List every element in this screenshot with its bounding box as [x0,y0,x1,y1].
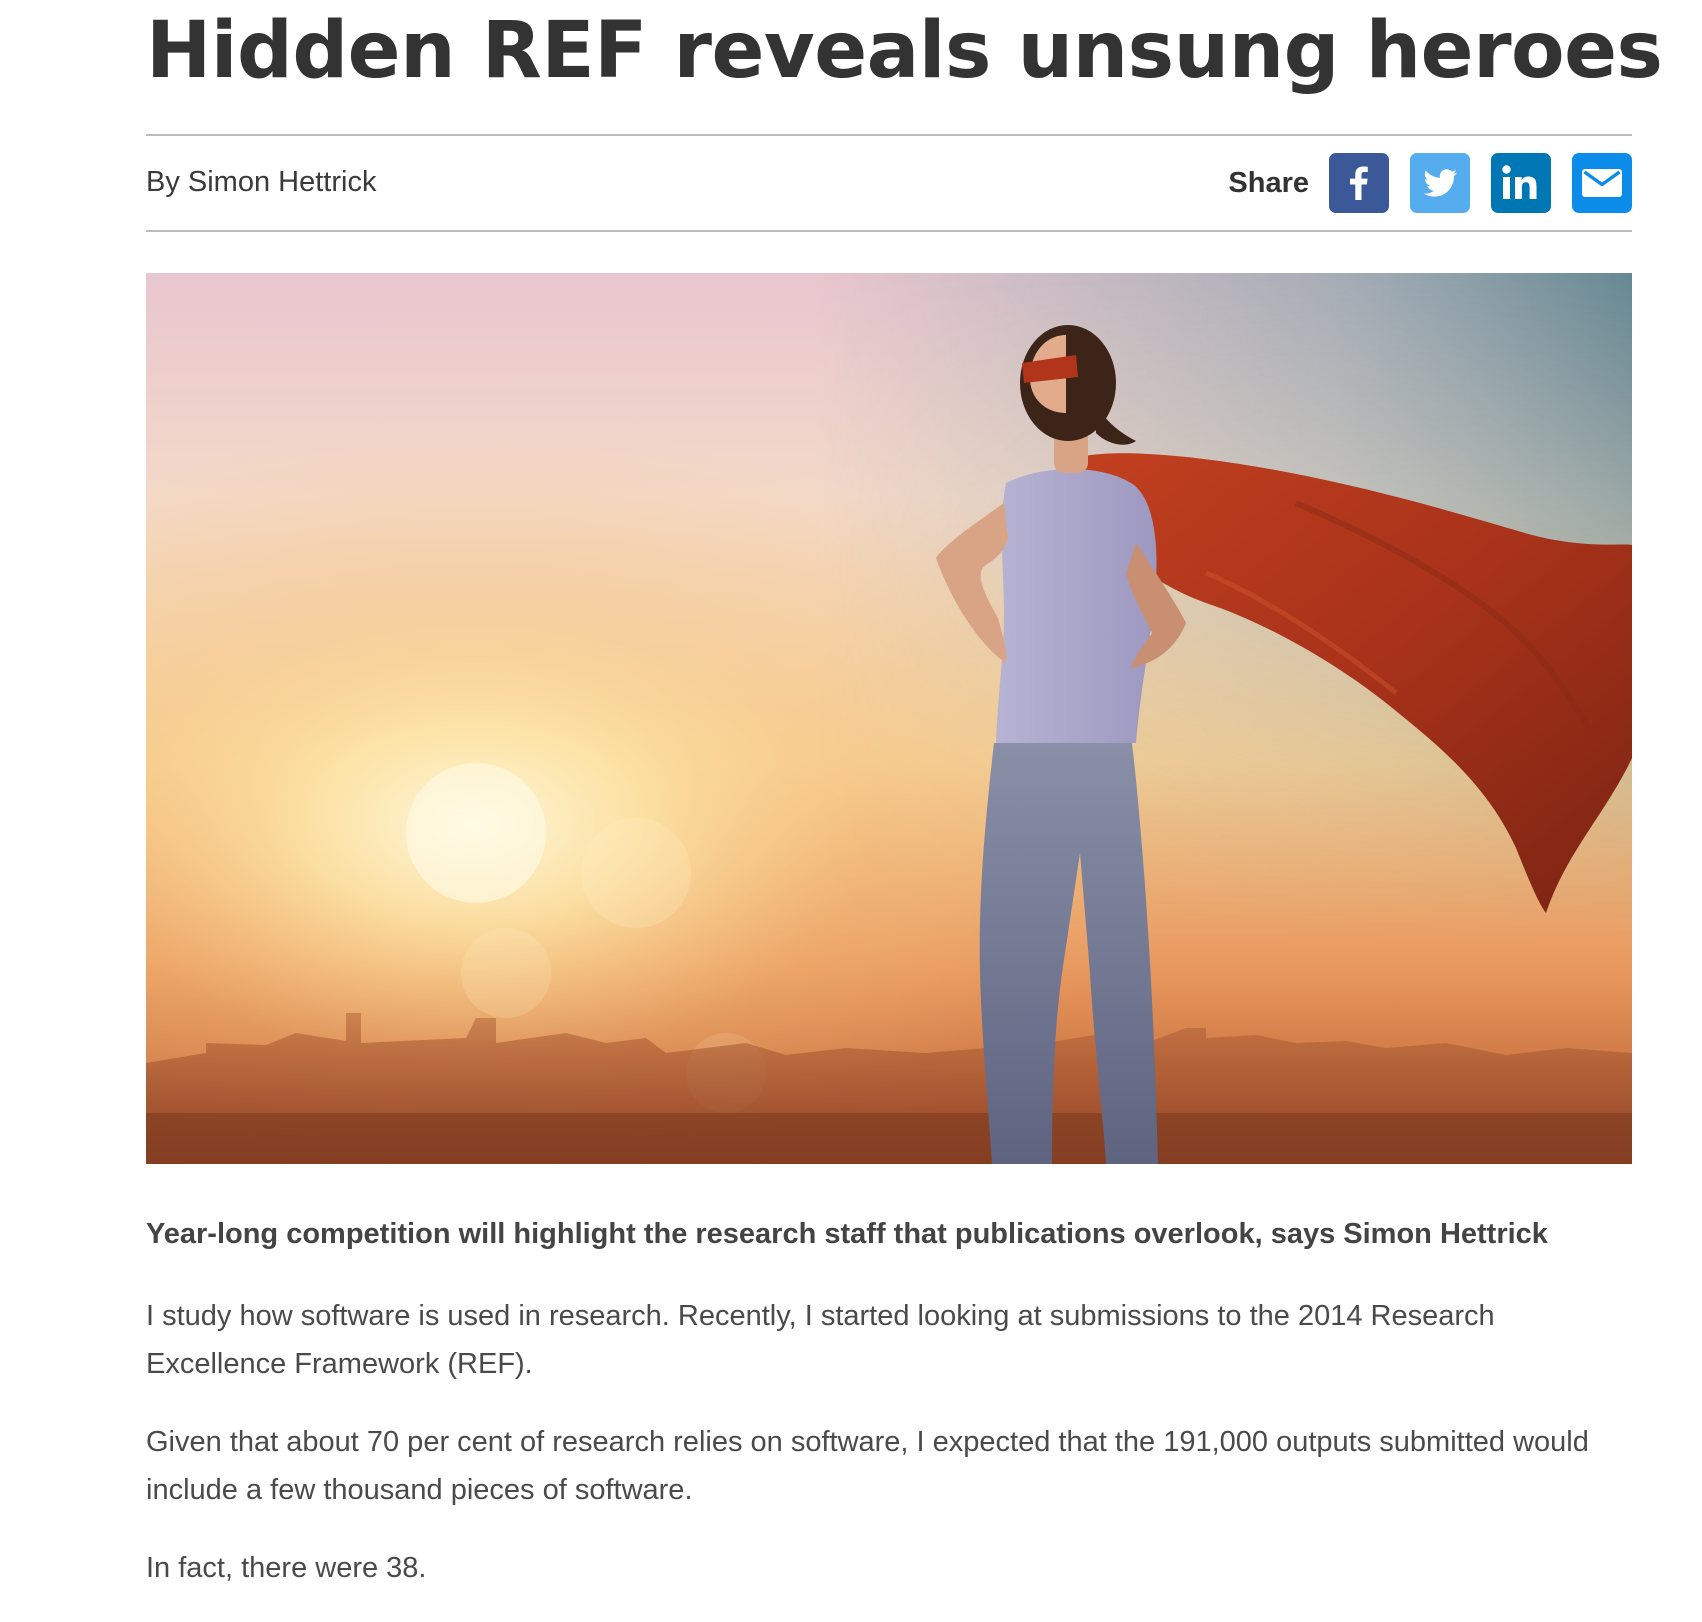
paragraph-3: In fact, there were 38. [146,1552,427,1584]
facebook-icon [1350,166,1368,200]
byline: By Simon Hettrick [146,166,377,198]
share-label: Share [1228,166,1309,199]
paragraph-1: I study how software is used in research… [146,1300,1495,1380]
article-body: Year-long competition will highlight the… [146,1212,1632,1622]
article-meta-bar: By Simon Hettrick Share [146,134,1632,232]
twitter-icon [1423,169,1457,197]
superhero-woman-sunset-photo [146,273,1632,1164]
linkedin-icon [1502,165,1537,199]
article: Hidden REF reveals unsung heroes By Simo… [146,0,1663,1584]
hero-image [146,273,1632,1164]
page-title: Hidden REF reveals unsung heroes [146,6,1663,96]
email-icon [1582,169,1622,197]
share-linkedin-button[interactable] [1491,153,1551,213]
share-email-button[interactable] [1572,153,1632,213]
share-facebook-button[interactable] [1329,153,1389,213]
share-twitter-button[interactable] [1410,153,1470,213]
paragraph-2: Given that about 70 per cent of research… [146,1426,1589,1506]
standfirst: Year-long competition will highlight the… [146,1218,1548,1250]
share-bar: Share [1228,152,1632,214]
